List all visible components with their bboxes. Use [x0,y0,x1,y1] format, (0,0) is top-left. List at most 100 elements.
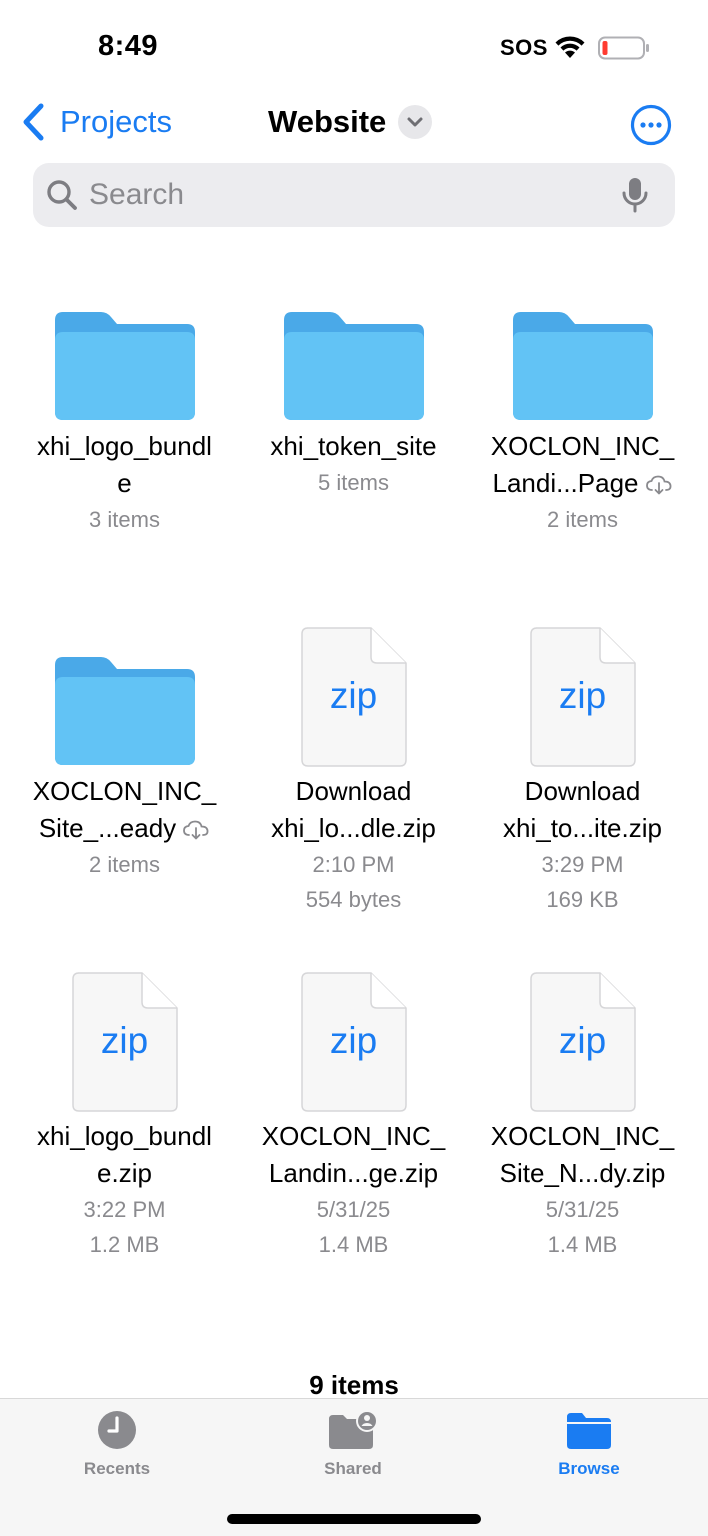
item-name-text: e.zip [97,1158,152,1188]
zip-file-icon: zip [300,627,407,767]
microphone-icon[interactable] [621,176,649,214]
item-thumbnail [10,635,239,765]
item-name-line: Site_N...dy.zip [473,1155,693,1192]
item-count-label: 2 items [547,507,618,532]
folder-item[interactable]: XOCLON_INC_ Site_...eady 2 items [10,635,239,980]
item-thumbnail: zip [239,627,468,767]
item-name-text: Site_...eady [38,813,177,843]
item-name-line: XOCLON_INC_ [32,776,217,806]
item-size: 554 bytes [305,887,402,912]
item-date: 5/31/25 [316,1197,391,1222]
item-name-line: e [15,465,235,502]
zip-file-item[interactable]: zip XOCLON_INC_ Site_N...dy.zip 5/31/25 1.4 … [468,972,697,1325]
item-name-text: Landin...ge.zip [268,1158,439,1188]
tab-browse[interactable]: Browse [514,1409,664,1479]
item-name: XOCLON_INC_ Site_...eady [15,773,235,847]
zip-file-item[interactable]: zip Download xhi_to...ite.zip 3:29 PM 169 KB [468,627,697,980]
item-name-line: XOCLON_INC_ [261,1121,446,1151]
folder-icon [54,312,195,420]
item-count-label: 3 items [89,507,160,532]
back-label: Projects [60,104,172,139]
tab-shared[interactable]: Shared [278,1409,428,1479]
folder-item[interactable]: XOCLON_INC_ Landi...Page 2 items [468,290,697,635]
zip-label: zip [100,1020,149,1061]
item-size: 1.4 MB [547,1232,618,1257]
item-name: Download xhi_lo...dle.zip [244,773,464,847]
item-date: 2:10 PM [312,852,395,877]
file-grid: xhi_logo_bundl e 3 items xhi_token_site 5 i… [10,290,698,1325]
item-name-line: xhi_logo_bundl [37,1121,212,1151]
zip-label: zip [558,675,607,716]
item-name-line: Download [295,776,412,806]
clock-icon [98,1411,136,1449]
item-name-line: xhi_logo_bundl [37,431,212,461]
navigation-bar: Projects Website [0,92,708,156]
folder-item[interactable]: xhi_logo_bundle 3 items [10,290,239,635]
item-count: 9 items [309,1370,399,1400]
item-name-line: e.zip [15,1155,235,1192]
tab-label: Shared [324,1459,382,1478]
item-name-line: XOCLON_INC_ [490,1121,675,1151]
item-thumbnail: zip [239,972,468,1112]
item-name: xhi_token_site [244,428,464,465]
item-name: XOCLON_INC_ Landi...Page [473,428,693,502]
zip-file-item[interactable]: zip XOCLON_INC_ Landin...ge.zip 5/31/25 1.4 … [239,972,468,1325]
search-icon [47,180,77,210]
search-input[interactable] [89,178,621,212]
item-name-text: Site_N...dy.zip [499,1158,666,1188]
title-menu-button[interactable]: Website [268,104,433,140]
item-name-line: Site_...eady [15,810,235,847]
zip-file-item[interactable]: zip xhi_logo_bundl e.zip 3:22 PM 1.2 MB [10,972,239,1325]
chevron-left-icon [23,103,44,141]
status-time: 8:49 [98,30,159,62]
item-name-text: Landi...Page [492,468,639,498]
home-indicator[interactable] [227,1514,481,1524]
folder-icon [54,657,195,765]
more-options-icon[interactable] [630,104,672,146]
item-date: 5/31/25 [545,1197,620,1222]
folder-item[interactable]: xhi_token_site 5 items [239,290,468,635]
folder-icon [283,312,424,420]
wifi-icon [555,36,585,58]
item-name: XOCLON_INC_ Site_N...dy.zip [473,1118,693,1192]
search-bar[interactable] [33,163,675,227]
item-name-line: XOCLON_INC_ [490,431,675,461]
item-count-label: 5 items [318,470,389,495]
item-name-line: xhi_to...ite.zip [473,810,693,847]
back-button[interactable]: Projects [20,102,172,142]
zip-file-item[interactable]: zip Download xhi_lo...dle.zip 2:10 PM 554 by… [239,627,468,980]
item-name-text: xhi_lo...dle.zip [271,813,436,843]
item-thumbnail [239,290,468,420]
zip-file-icon: zip [529,627,636,767]
item-thumbnail [10,290,239,420]
zip-file-icon: zip [71,972,178,1112]
chevron-down-icon [398,105,433,139]
item-name: xhi_logo_bundl e.zip [15,1118,235,1192]
item-name-line: Download [524,776,641,806]
folder-icon [567,1413,611,1449]
item-name: Download xhi_to...ite.zip [473,773,693,847]
item-thumbnail: zip [10,972,239,1112]
item-name-text: e [117,468,132,498]
folder-icon [512,312,653,420]
item-name-line: Landi...Page [473,465,693,502]
cloud-download-icon [183,820,209,840]
item-size: 1.4 MB [318,1232,389,1257]
tab-recents[interactable]: Recents [42,1409,192,1479]
item-date: 3:22 PM [83,1197,166,1222]
zip-file-icon: zip [300,972,407,1112]
battery-icon [598,36,649,60]
item-size: 169 KB [546,887,619,912]
tab-label: Recents [83,1459,151,1478]
status-bar: 8:49 SOS [0,0,708,90]
item-name-text: xhi_to...ite.zip [503,813,662,843]
item-thumbnail: zip [468,627,697,767]
item-name: XOCLON_INC_ Landin...ge.zip [244,1118,464,1192]
tab-label: Browse [558,1459,620,1478]
zip-label: zip [329,675,378,716]
shared-folder-icon [329,1410,378,1449]
item-name-line: xhi_token_site [270,431,437,461]
cloud-download-icon [645,475,671,495]
sos-indicator: SOS [500,35,548,60]
zip-label: zip [558,1020,607,1061]
